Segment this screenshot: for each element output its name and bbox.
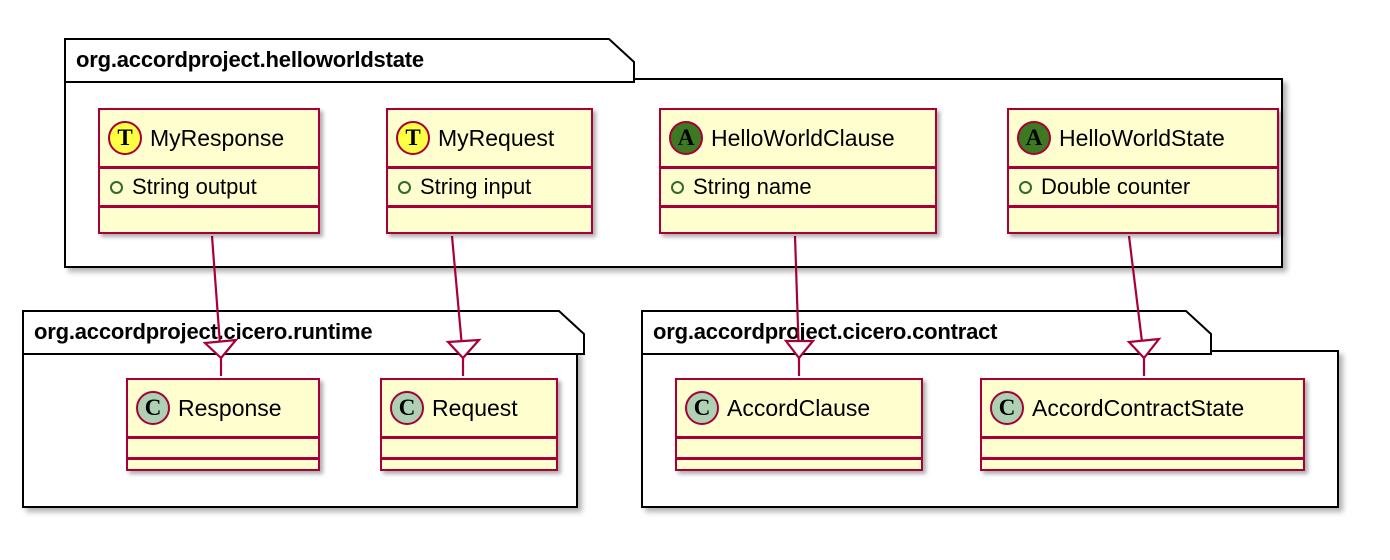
class-header: T MyRequest	[388, 110, 591, 166]
package-helloworldstate[interactable]: org.accordproject.helloworldstate T MyRe…	[64, 38, 1288, 274]
visibility-public-icon	[1019, 180, 1032, 194]
class-box-helloworldclause[interactable]: A HelloWorldClause String name	[659, 108, 937, 234]
class-box-myresponse[interactable]: T MyResponse String output	[98, 108, 320, 234]
class-name-label: MyResponse	[150, 124, 285, 151]
attributes-compartment	[677, 439, 921, 457]
attributes-compartment: String name	[661, 169, 935, 205]
attribute-label: String name	[693, 174, 812, 199]
attribute-row: Double counter	[1019, 169, 1267, 205]
attribute-label: String output	[132, 174, 257, 199]
attribute-label: Double counter	[1041, 174, 1191, 199]
class-header: T MyResponse	[100, 110, 318, 166]
attributes-compartment: Double counter	[1009, 169, 1277, 205]
package-name-label: org.accordproject.cicero.runtime	[34, 318, 373, 344]
visibility-public-icon	[671, 180, 684, 194]
class-name-label: Response	[178, 394, 282, 421]
class-box-request[interactable]: C Request	[380, 378, 558, 471]
attributes-compartment	[128, 439, 318, 457]
package-tab[interactable]: org.accordproject.cicero.runtime	[22, 310, 585, 355]
class-header: C AccordContractState	[982, 380, 1303, 436]
uml-class-diagram: org.accordproject.helloworldstate T MyRe…	[0, 0, 1390, 560]
class-name-label: HelloWorldState	[1059, 124, 1225, 151]
attributes-compartment	[382, 439, 556, 457]
class-header: C Response	[128, 380, 318, 436]
class-box-response[interactable]: C Response	[126, 378, 320, 471]
methods-compartment	[128, 460, 318, 478]
class-name-label: AccordContractState	[1032, 394, 1245, 421]
stereotype-transaction-icon: T	[108, 121, 142, 155]
attribute-row: String output	[110, 169, 308, 205]
class-box-accordclause[interactable]: C AccordClause	[675, 378, 923, 471]
class-name-label: MyRequest	[438, 124, 555, 151]
attribute-row: String input	[398, 169, 581, 205]
package-cicero-runtime[interactable]: org.accordproject.cicero.runtime C Respo…	[22, 310, 585, 512]
methods-compartment	[1009, 208, 1277, 226]
methods-compartment	[100, 208, 318, 226]
class-name-label: AccordClause	[727, 394, 871, 421]
attributes-compartment: String input	[388, 169, 591, 205]
class-box-helloworldstate[interactable]: A HelloWorldState Double counter	[1007, 108, 1279, 234]
class-box-myrequest[interactable]: T MyRequest String input	[386, 108, 593, 234]
package-cicero-contract[interactable]: org.accordproject.cicero.contract C Acco…	[641, 310, 1343, 512]
attribute-label: String input	[420, 174, 532, 199]
methods-compartment	[982, 460, 1303, 478]
class-name-label: HelloWorldClause	[711, 124, 895, 151]
attributes-compartment: String output	[100, 169, 318, 205]
class-name-label: Request	[432, 394, 518, 421]
package-name-label: org.accordproject.helloworldstate	[76, 46, 424, 72]
stereotype-class-icon: C	[390, 391, 424, 425]
stereotype-abstract-icon: A	[1017, 121, 1051, 155]
attributes-compartment	[982, 439, 1303, 457]
package-name-label: org.accordproject.cicero.contract	[653, 318, 998, 344]
stereotype-transaction-icon: T	[396, 121, 430, 155]
class-header: C AccordClause	[677, 380, 921, 436]
visibility-public-icon	[398, 180, 411, 194]
stereotype-class-icon: C	[685, 391, 719, 425]
package-tab[interactable]: org.accordproject.cicero.contract	[641, 310, 1212, 355]
visibility-public-icon	[110, 180, 123, 194]
class-header: C Request	[382, 380, 556, 436]
attribute-row: String name	[671, 169, 925, 205]
methods-compartment	[661, 208, 935, 226]
class-box-accordcontractstate[interactable]: C AccordContractState	[980, 378, 1305, 471]
package-tab[interactable]: org.accordproject.helloworldstate	[64, 38, 635, 83]
stereotype-class-icon: C	[136, 391, 170, 425]
methods-compartment	[388, 208, 591, 226]
methods-compartment	[382, 460, 556, 478]
stereotype-class-icon: C	[990, 391, 1024, 425]
methods-compartment	[677, 460, 921, 478]
class-header: A HelloWorldState	[1009, 110, 1277, 166]
class-header: A HelloWorldClause	[661, 110, 935, 166]
stereotype-abstract-icon: A	[669, 121, 703, 155]
